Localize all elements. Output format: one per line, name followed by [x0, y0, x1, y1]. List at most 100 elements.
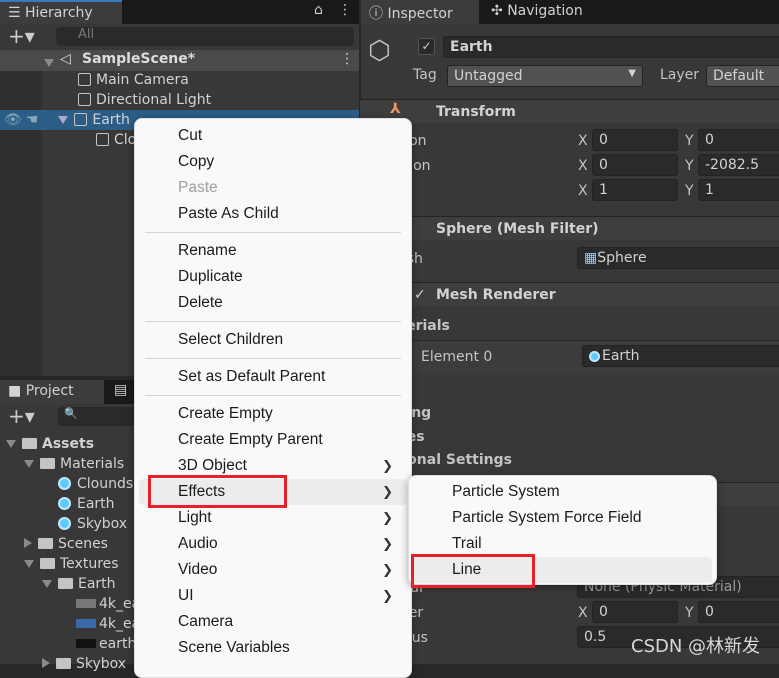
project-item[interactable]: Earth: [42, 574, 116, 594]
chevron-right-icon: ❯: [382, 536, 393, 551]
menu-item-scene-variables[interactable]: Scene Variables: [139, 635, 407, 661]
gameobject-icon: [96, 133, 109, 146]
hierarchy-search[interactable]: All: [56, 27, 354, 46]
transform-icon: ⅄: [390, 101, 401, 117]
tab-project[interactable]: ■ Project: [0, 380, 104, 404]
list-icon: ☰: [8, 5, 26, 21]
y-input[interactable]: -2082.5: [698, 154, 779, 176]
axis-y-label: Y: [685, 158, 694, 174]
gameobject-icon: [78, 73, 91, 86]
chevron-down-icon: ▼: [628, 68, 636, 79]
gameobject-icon: [78, 93, 91, 106]
x-input[interactable]: 0: [592, 154, 678, 176]
enabled-checkbox[interactable]: ✓: [414, 287, 426, 303]
menu-item-cut[interactable]: Cut: [139, 123, 407, 149]
x-input[interactable]: 1: [592, 179, 678, 201]
submenu-item-particle-system[interactable]: Particle System: [413, 479, 712, 505]
project-item[interactable]: Textures: [24, 554, 119, 574]
folder-icon: [40, 458, 55, 469]
y-input[interactable]: 1: [698, 179, 779, 201]
menu-separator: [145, 321, 401, 322]
highlight-box-line: [411, 554, 535, 588]
menu-item-camera[interactable]: Camera: [139, 609, 407, 635]
layer-dropdown[interactable]: Default: [706, 65, 779, 87]
project-item[interactable]: Clounds: [42, 474, 133, 494]
project-item[interactable]: Skybox: [42, 654, 126, 674]
material-icon: [58, 477, 71, 490]
menu-item-paste-as-child[interactable]: Paste As Child: [139, 201, 407, 227]
scene-header[interactable]: ◁ SampleScene* ⋮: [0, 50, 359, 71]
menu-item-copy[interactable]: Copy: [139, 149, 407, 175]
y-input[interactable]: 0: [698, 129, 779, 151]
project-item[interactable]: Assets: [6, 434, 94, 454]
menu-separator: [145, 395, 401, 396]
menu-item-delete[interactable]: Delete: [139, 290, 407, 316]
menu-item-create-empty-parent[interactable]: Create Empty Parent: [139, 427, 407, 453]
tag-dropdown[interactable]: Untagged ▼: [447, 65, 643, 87]
watermark: CSDN @林新发: [631, 636, 761, 657]
axis-x-label: X: [578, 158, 588, 174]
project-item[interactable]: earth: [60, 634, 136, 654]
pick-icon[interactable]: ☚: [26, 112, 39, 128]
add-button[interactable]: +▾: [8, 404, 35, 428]
menu-separator: [145, 358, 401, 359]
eye-icon[interactable]: 👁: [4, 112, 22, 128]
folder-icon: [40, 558, 55, 569]
menu-item-create-empty[interactable]: Create Empty: [139, 401, 407, 427]
hierarchy-tabbar: ☰ Hierarchy ⌂ ⋮: [0, 0, 359, 24]
mesh-filter-header[interactable]: Sphere (Mesh Filter): [360, 216, 779, 240]
menu-item-video[interactable]: Video ❯: [139, 557, 407, 583]
texture-icon: [76, 599, 96, 608]
menu-item-set-as-default-parent[interactable]: Set as Default Parent: [139, 364, 407, 390]
menu-item-audio[interactable]: Audio ❯: [139, 531, 407, 557]
center-y-input[interactable]: 0: [698, 601, 779, 623]
chevron-right-icon: ❯: [382, 562, 393, 577]
folder-icon: [22, 438, 37, 449]
lock-icon[interactable]: ⌂: [314, 2, 323, 18]
hierarchy-item[interactable]: Directional Light: [78, 90, 211, 110]
menu-separator: [145, 232, 401, 233]
gameobject-icon[interactable]: ⬡: [368, 36, 391, 66]
project-item[interactable]: 4k_ea: [60, 594, 140, 614]
mesh-icon: ▦: [584, 250, 598, 266]
mesh-renderer-header[interactable]: ✓ Mesh Renderer: [360, 282, 779, 306]
x-input[interactable]: 0: [592, 129, 678, 151]
menu-item-select-children[interactable]: Select Children: [139, 327, 407, 353]
chevron-right-icon: ❯: [382, 458, 393, 473]
project-item[interactable]: Materials: [24, 454, 124, 474]
submenu-item-particle-system-force-field[interactable]: Particle System Force Field: [413, 505, 712, 531]
tab-inspector[interactable]: ⓘ Inspector: [361, 0, 479, 24]
object-name-input[interactable]: Earth: [443, 36, 779, 58]
center-x-input[interactable]: 0: [592, 601, 678, 623]
folder-icon: [58, 578, 73, 589]
search-icon: 🔍: [64, 407, 78, 420]
material-icon: [58, 497, 71, 510]
folder-icon: ■: [8, 383, 26, 399]
chevron-right-icon: ❯: [382, 484, 393, 499]
unity-icon: ◁: [60, 51, 71, 67]
project-item[interactable]: Scenes: [24, 534, 108, 554]
add-button[interactable]: +▾: [8, 24, 35, 48]
context-menu: Cut Copy Paste Paste As Child Rename Duplicat…: [134, 118, 412, 678]
menu-item-duplicate[interactable]: Duplicate: [139, 264, 407, 290]
info-icon: ⓘ: [369, 6, 388, 22]
transform-header[interactable]: Transform ⅄: [360, 99, 779, 123]
more-icon[interactable]: ⋮: [338, 2, 352, 18]
menu-item-light[interactable]: Light ❯: [139, 505, 407, 531]
scene-menu-icon[interactable]: ⋮: [340, 51, 354, 67]
tab-hierarchy[interactable]: ☰ Hierarchy: [0, 0, 122, 24]
material-field[interactable]: Earth: [582, 345, 779, 367]
hierarchy-item[interactable]: Main Camera: [78, 70, 189, 90]
project-item[interactable]: Skybox: [42, 514, 127, 534]
active-checkbox[interactable]: ✓: [418, 38, 435, 55]
chevron-right-icon: ❯: [382, 510, 393, 525]
console-icon[interactable]: ▤: [114, 382, 127, 398]
tab-navigation[interactable]: ✣ Navigation: [483, 0, 591, 24]
texture-icon: [76, 619, 96, 628]
project-item[interactable]: Earth: [42, 494, 115, 514]
gameobject-icon: [74, 113, 88, 126]
menu-item-rename[interactable]: Rename: [139, 238, 407, 264]
mesh-field[interactable]: ▦Sphere: [577, 247, 779, 269]
menu-item-ui[interactable]: UI ❯: [139, 583, 407, 609]
project-item[interactable]: 4k_ea: [60, 614, 140, 634]
